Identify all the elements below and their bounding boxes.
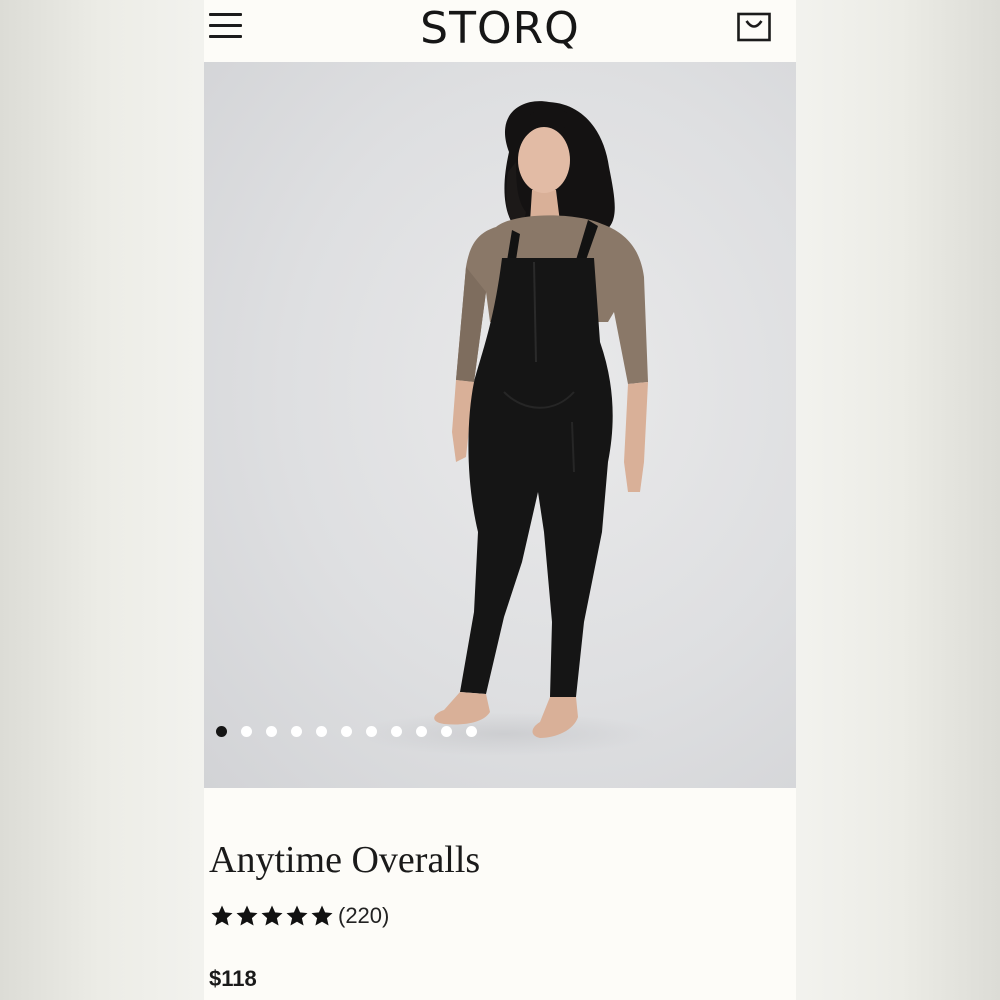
star-icon [286,905,308,926]
review-count[interactable]: (220) [338,903,389,929]
gallery-dot[interactable] [416,726,427,737]
product-title: Anytime Overalls [209,839,481,881]
menu-bar [209,35,242,38]
gallery-dot[interactable] [291,726,302,737]
product-image-gallery[interactable] [204,62,796,788]
star-icon [211,905,233,926]
star-icon [311,905,333,926]
gallery-dot[interactable] [341,726,352,737]
gallery-dot[interactable] [366,726,377,737]
menu-button[interactable] [208,10,244,44]
star-icon [236,905,258,926]
gallery-dot[interactable] [241,726,252,737]
gallery-dot[interactable] [216,726,227,737]
star-icon [261,905,283,926]
gallery-dot[interactable] [391,726,402,737]
gallery-dot[interactable] [466,726,477,737]
site-header: STORQ [204,0,796,62]
gallery-dot[interactable] [266,726,277,737]
gallery-dot[interactable] [316,726,327,737]
product-photo [354,101,654,756]
menu-bar [209,13,242,16]
gallery-dot[interactable] [441,726,452,737]
cart-button[interactable] [736,10,772,46]
menu-bar [209,24,242,27]
product-info: Anytime Overalls (220) $118 [204,788,796,1000]
star-rating [210,904,335,928]
product-price: $118 [209,966,257,991]
phone-screen: STORQ Anytime Overalls (220) $118 [204,0,796,1000]
brand-logo[interactable]: STORQ [204,4,796,54]
product-rating[interactable]: (220) [210,900,389,932]
shopping-bag-icon [737,12,771,42]
